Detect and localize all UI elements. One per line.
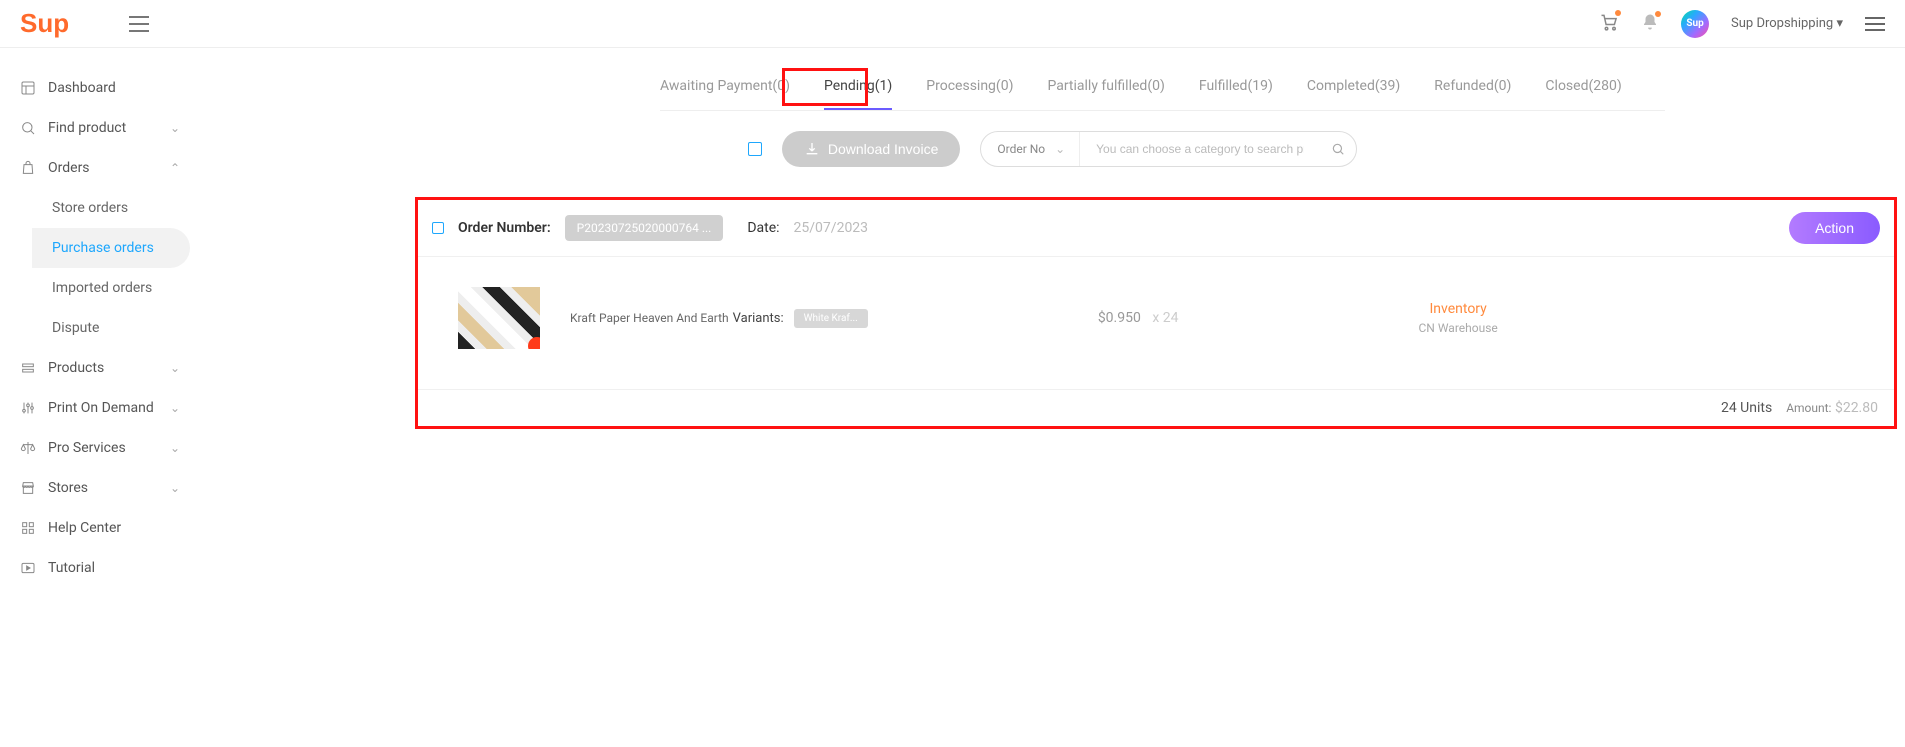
highlight-box <box>782 68 868 106</box>
orders-submenu: Store orders Purchase orders Imported or… <box>0 188 200 348</box>
status-tabs: Awaiting Payment(0) Pending(1) Processin… <box>660 78 1665 111</box>
bag-icon <box>20 160 36 176</box>
header-right: Sup Sup Dropshipping ▾ <box>1599 10 1885 38</box>
sidebar-label: Products <box>48 360 104 376</box>
sidebar-item-products[interactable]: Products ⌄ <box>0 348 200 388</box>
order-number-chip[interactable]: P20230725020000764 ... <box>565 215 724 241</box>
chevron-down-icon: ⌄ <box>170 401 180 415</box>
sidebar-label: Orders <box>48 160 90 176</box>
price-block: $0.950 x 24 <box>1098 310 1179 326</box>
bell-icon[interactable] <box>1641 13 1659 35</box>
order-number-label: Order Number: <box>458 220 551 236</box>
search-category-select[interactable]: Order No <box>981 132 1080 166</box>
sidebar-item-pod[interactable]: Print On Demand ⌄ <box>0 388 200 428</box>
date-label: Date: <box>747 220 779 236</box>
select-all-checkbox[interactable] <box>748 142 762 156</box>
play-icon <box>20 560 36 576</box>
sidebar-item-pro-services[interactable]: Pro Services ⌄ <box>0 428 200 468</box>
chevron-up-icon: ⌃ <box>170 161 180 175</box>
cart-icon[interactable] <box>1599 12 1619 36</box>
sidebar-item-tutorial[interactable]: Tutorial <box>0 548 200 588</box>
search-icon <box>1331 142 1345 156</box>
store-icon <box>20 480 36 496</box>
unit-price: $0.950 <box>1098 310 1141 326</box>
inventory-block: Inventory CN Warehouse <box>1419 301 1498 335</box>
tab-processing[interactable]: Processing(0) <box>926 78 1013 110</box>
sidebar: Dashboard Find product ⌄ Orders ⌃ Store … <box>0 48 200 588</box>
sidebar-item-stores[interactable]: Stores ⌄ <box>0 468 200 508</box>
chevron-down-icon: ⌄ <box>170 481 180 495</box>
main-menu-icon[interactable] <box>1865 17 1885 31</box>
search-button[interactable] <box>1320 132 1356 166</box>
controls-row: Download Invoice Order No <box>200 131 1905 167</box>
sidebar-item-help[interactable]: Help Center <box>0 508 200 548</box>
sidebar-label: Stores <box>48 480 88 496</box>
sidebar-sub-imported-orders[interactable]: Imported orders <box>32 268 200 308</box>
sliders-icon <box>20 400 36 416</box>
order-checkbox[interactable] <box>432 222 444 234</box>
tab-fulfilled[interactable]: Fulfilled(19) <box>1199 78 1273 110</box>
sidebar-sub-purchase-orders[interactable]: Purchase orders <box>32 228 190 268</box>
download-invoice-button[interactable]: Download Invoice <box>782 131 961 167</box>
warehouse: CN Warehouse <box>1419 321 1498 335</box>
download-label: Download Invoice <box>828 141 939 157</box>
variant-chip[interactable]: White Kraf... <box>794 309 868 328</box>
sidebar-label: Tutorial <box>48 560 95 576</box>
sidebar-item-dashboard[interactable]: Dashboard <box>0 68 200 108</box>
grid-icon <box>20 520 36 536</box>
dashboard-icon <box>20 80 36 96</box>
order-footer: 24 Units Amount: $22.80 <box>418 390 1894 426</box>
header-left: Sup <box>20 8 149 39</box>
main-content: Awaiting Payment(0) Pending(1) Processin… <box>200 48 1905 588</box>
units-total: 24 Units <box>1721 400 1772 416</box>
order-card: Order Number: P20230725020000764 ... Dat… <box>415 197 1897 429</box>
date-value: 25/07/2023 <box>794 220 869 236</box>
sidebar-sub-dispute[interactable]: Dispute <box>32 308 200 348</box>
action-button[interactable]: Action <box>1789 212 1880 244</box>
sidebar-item-find-product[interactable]: Find product ⌄ <box>0 108 200 148</box>
products-icon <box>20 360 36 376</box>
amount-label: Amount: <box>1786 401 1831 415</box>
sidebar-label: Print On Demand <box>48 400 154 416</box>
sidebar-toggle-icon[interactable] <box>129 16 149 32</box>
avatar[interactable]: Sup <box>1681 10 1709 38</box>
brand-logo[interactable]: Sup <box>20 8 69 39</box>
tab-refunded[interactable]: Refunded(0) <box>1434 78 1511 110</box>
username-dropdown[interactable]: Sup Dropshipping ▾ <box>1731 16 1843 31</box>
sidebar-label: Find product <box>48 120 126 136</box>
download-icon <box>804 141 820 157</box>
sidebar-label: Help Center <box>48 520 121 536</box>
chevron-down-icon: ⌄ <box>170 121 180 135</box>
search-group: Order No <box>980 131 1357 167</box>
top-header: Sup Sup Sup Dropshipping ▾ <box>0 0 1905 48</box>
inventory-link[interactable]: Inventory <box>1419 301 1498 317</box>
product-thumbnail[interactable] <box>458 287 540 349</box>
amount-value: $22.80 <box>1835 400 1878 416</box>
tab-partially-fulfilled[interactable]: Partially fulfilled(0) <box>1047 78 1164 110</box>
product-name: Kraft Paper Heaven And Earth <box>570 311 729 325</box>
sidebar-item-orders[interactable]: Orders ⌃ <box>0 148 200 188</box>
variants-label: Variants: <box>733 311 784 326</box>
tab-closed[interactable]: Closed(280) <box>1545 78 1621 110</box>
chevron-down-icon: ⌄ <box>170 361 180 375</box>
sidebar-label: Dashboard <box>48 80 116 96</box>
sidebar-label: Pro Services <box>48 440 126 456</box>
order-body: Kraft Paper Heaven And Earth Variants: W… <box>418 257 1894 390</box>
search-icon <box>20 120 36 136</box>
order-header: Order Number: P20230725020000764 ... Dat… <box>418 200 1894 257</box>
qty: x 24 <box>1152 310 1178 326</box>
scales-icon <box>20 440 36 456</box>
tab-completed[interactable]: Completed(39) <box>1307 78 1400 110</box>
search-input[interactable] <box>1080 132 1320 166</box>
chevron-down-icon: ⌄ <box>170 441 180 455</box>
sidebar-sub-store-orders[interactable]: Store orders <box>32 188 200 228</box>
tab-awaiting-payment[interactable]: Awaiting Payment(0) <box>660 78 790 110</box>
